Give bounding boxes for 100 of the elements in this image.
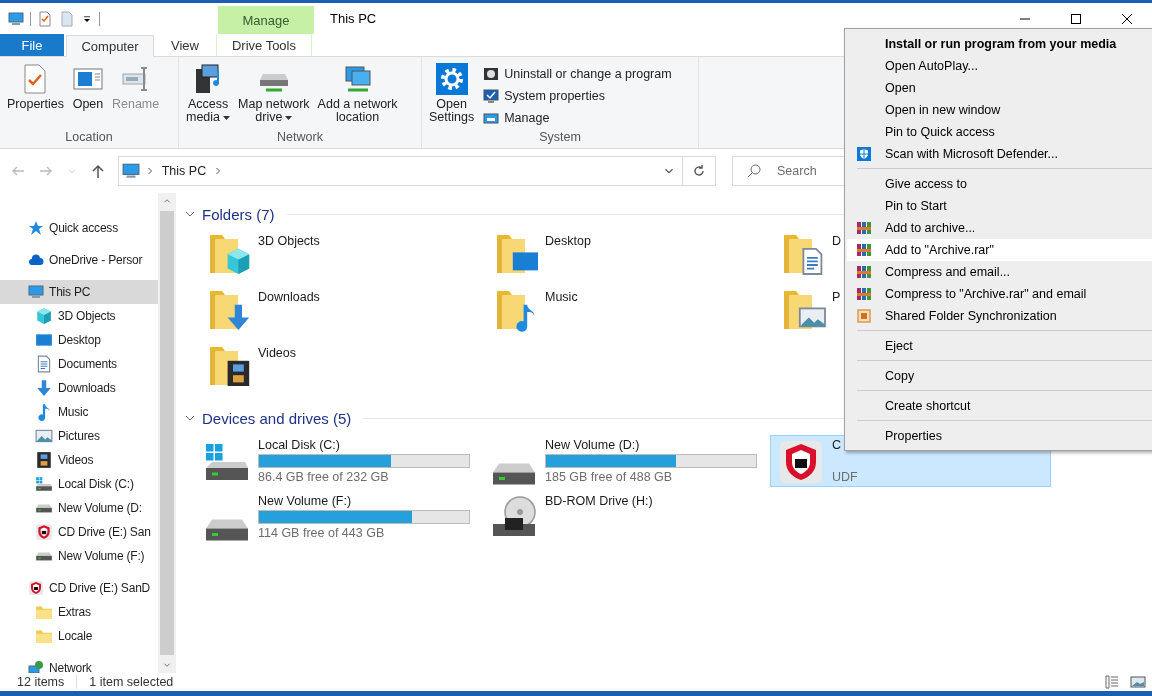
menu-item[interactable]: Add to "Archive.rar" — [847, 239, 1152, 261]
nav-item[interactable]: Desktop — [0, 328, 158, 352]
folder-label[interactable]: Videos — [258, 343, 296, 360]
menu-item[interactable]: Create shortcut — [847, 395, 1152, 417]
folder-label[interactable]: Downloads — [258, 287, 320, 304]
download-arrow-icon — [35, 379, 53, 397]
drive-icon — [490, 462, 538, 486]
nav-item[interactable]: Quick access — [0, 216, 158, 240]
cloud-icon — [28, 252, 44, 268]
drive-icon — [35, 551, 53, 561]
selection-count: 1 item selected — [89, 675, 174, 689]
nav-item[interactable]: Locale — [0, 624, 158, 648]
nav-item[interactable]: Extras — [0, 600, 158, 624]
drive-label[interactable]: New Volume (F:) — [258, 494, 470, 508]
folder-label[interactable]: 3D Objects — [258, 231, 320, 248]
document-icon — [35, 355, 53, 373]
ribbon-button[interactable]: Add a network location — [314, 63, 401, 124]
drive-tile[interactable]: Local Disk (C:) 86.4 GB free of 232 GB — [196, 435, 477, 487]
monitor-icon — [28, 284, 44, 300]
menu-item[interactable]: Pin to Start — [847, 195, 1152, 217]
nav-item[interactable]: Downloads — [0, 376, 158, 400]
archive-books-icon — [856, 264, 872, 280]
ribbon-button[interactable]: Manage — [483, 109, 672, 127]
nav-item[interactable]: CD Drive (E:) SanD — [0, 576, 158, 600]
computer-icon — [483, 110, 500, 126]
ribbon-button[interactable]: Uninstall or change a program — [483, 65, 672, 83]
drive-label[interactable]: Local Disk (C:) — [258, 438, 470, 452]
archive-books-icon — [856, 286, 872, 302]
menu-item[interactable]: Pin to Quick access — [847, 121, 1152, 143]
details-view-icon — [1104, 674, 1120, 690]
menu-item[interactable]: Give access to — [847, 173, 1152, 195]
monitor-icon — [121, 162, 140, 180]
group-label: Location — [64, 130, 114, 146]
ribbon-button[interactable]: Properties — [4, 63, 67, 111]
nav-item[interactable]: OneDrive - Persor — [0, 248, 158, 272]
archive-books-icon — [856, 220, 872, 236]
close-icon — [1120, 12, 1133, 25]
free-space-text: 185 GB free of 488 GB — [545, 470, 674, 484]
folder-label[interactable]: P — [832, 287, 841, 304]
contextual-tab-header: Manage — [218, 6, 314, 34]
file-tab[interactable]: File — [0, 34, 64, 56]
free-space-text: 86.4 GB free of 232 GB — [258, 470, 390, 484]
drive-tile[interactable]: New Volume (F:) 114 GB free of 443 GB — [196, 491, 477, 543]
nav-item[interactable]: Local Disk (C:) — [0, 472, 158, 496]
maximize-icon — [1069, 12, 1082, 25]
section-header[interactable]: Devices and drives (5) — [202, 409, 352, 427]
windows-drive-icon — [35, 475, 53, 493]
address-field[interactable]: This PC — [117, 156, 683, 186]
menu-item[interactable]: Compress and email... — [847, 261, 1152, 283]
menu-item[interactable]: Install or run program from your media — [847, 33, 1152, 55]
menu-item[interactable]: Open AutoPlay... — [847, 55, 1152, 77]
section-header[interactable]: Folders (7) — [202, 205, 275, 223]
desktop-icon — [35, 331, 53, 349]
drive-label[interactable]: BD-ROM Drive (H:) — [545, 494, 653, 508]
folder-label[interactable]: Music — [545, 287, 578, 304]
drive-tile[interactable]: New Volume (D:) 185 GB free of 488 GB — [483, 435, 764, 487]
up-arrow-icon — [90, 163, 106, 179]
menu-item[interactable]: Eject — [847, 335, 1152, 357]
nav-item[interactable]: This PC — [0, 280, 158, 304]
nav-item[interactable]: New Volume (D: — [0, 496, 158, 520]
ribbon-button[interactable]: System properties — [483, 87, 672, 105]
menu-item[interactable]: Scan with Microsoft Defender... — [847, 143, 1152, 165]
breadcrumb[interactable]: This PC — [159, 164, 209, 178]
nav-item[interactable]: Music — [0, 400, 158, 424]
monitor-check-icon — [483, 88, 500, 104]
checkmark-page-icon — [37, 10, 53, 27]
nav-item[interactable]: CD Drive (E:) San — [0, 520, 158, 544]
drive-tile[interactable]: BD-ROM Drive (H:) — [483, 491, 764, 543]
menu-item[interactable]: Copy — [847, 365, 1152, 387]
nav-item[interactable]: Documents — [0, 352, 158, 376]
folder-label[interactable]: D — [832, 231, 842, 248]
ribbon-button[interactable]: Map network drive — [235, 63, 313, 124]
group-label: Network — [276, 130, 324, 146]
nav-item[interactable]: Network — [0, 656, 158, 673]
search-icon — [746, 163, 762, 179]
ribbon-tab[interactable]: Computer — [66, 35, 154, 57]
ribbon-button[interactable]: Open — [69, 63, 107, 111]
nav-item[interactable]: 3D Objects — [0, 304, 158, 328]
drive-label[interactable]: New Volume (D:) — [545, 438, 757, 452]
group-label: System — [538, 130, 582, 146]
ribbon-button[interactable]: Access media — [183, 63, 234, 124]
large-icons-view-icon — [1130, 674, 1146, 690]
nav-item[interactable]: Pictures — [0, 424, 158, 448]
menu-item[interactable]: Open in new window — [847, 99, 1152, 121]
folder-icon — [35, 603, 53, 621]
ribbon-button[interactable]: Open Settings — [426, 63, 478, 124]
nav-item[interactable]: Videos — [0, 448, 158, 472]
refresh-button[interactable] — [682, 156, 716, 186]
folder-label[interactable]: Desktop — [545, 231, 591, 248]
archive-books-icon — [856, 242, 872, 258]
scrollbar[interactable] — [158, 193, 176, 673]
shield-lock-icon — [777, 438, 825, 486]
ribbon-tab[interactable]: View — [156, 34, 214, 56]
menu-item[interactable]: Open — [847, 77, 1152, 99]
menu-item[interactable]: Shared Folder Synchronization — [847, 305, 1152, 327]
window-title: This PC — [329, 11, 377, 26]
cube-icon — [35, 307, 53, 325]
nav-item[interactable]: New Volume (F:) — [0, 544, 158, 568]
menu-item[interactable]: Add to archive... — [847, 217, 1152, 239]
menu-item[interactable]: Compress to "Archive.rar" and email — [847, 283, 1152, 305]
